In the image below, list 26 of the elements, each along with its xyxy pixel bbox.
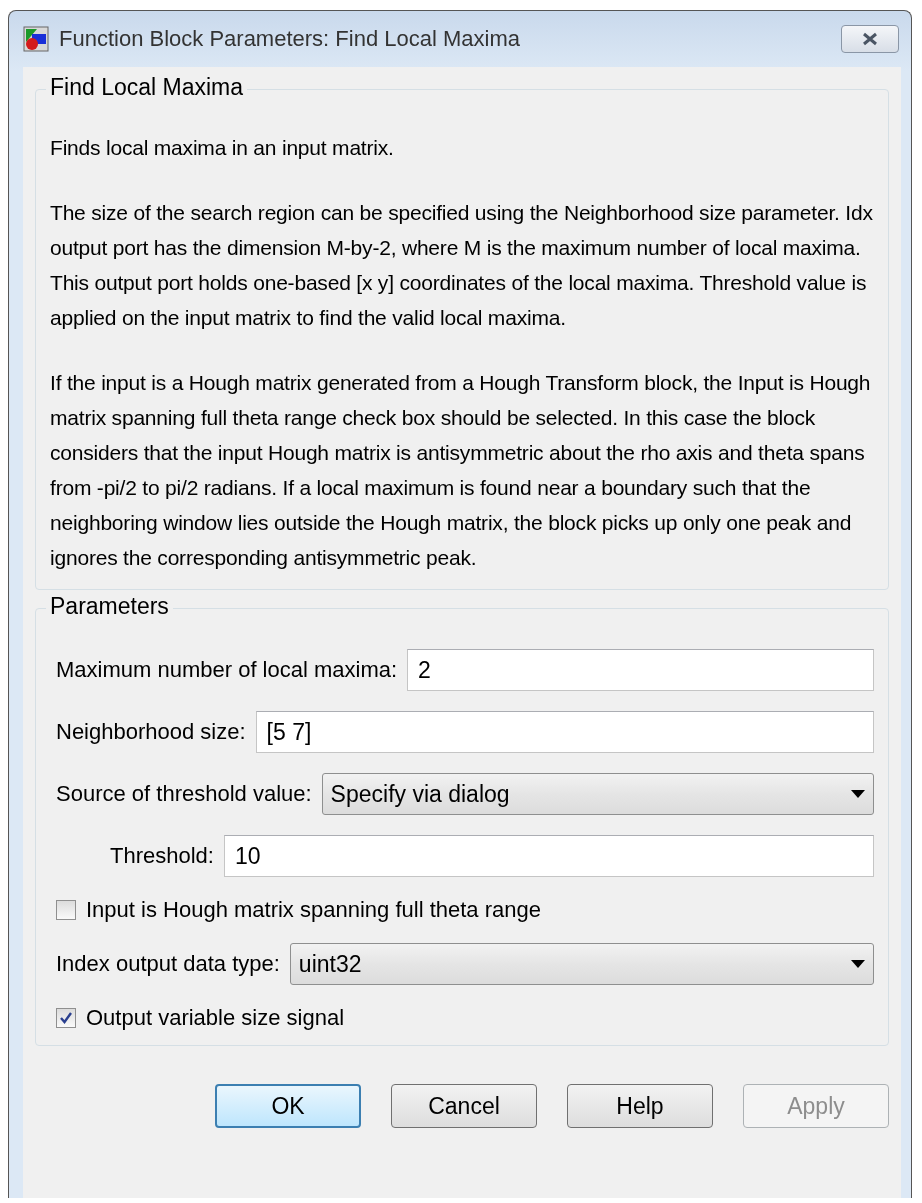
window-title: Function Block Parameters: Find Local Maxima (59, 26, 521, 52)
input-field[interactable]: 10 (223, 835, 874, 877)
checkbox[interactable] (56, 1008, 76, 1028)
checkbox-label: Input is Hough matrix spanning full theta range (86, 897, 541, 923)
field-label: Index output data type: (56, 951, 280, 977)
description-paragraph: Finds local maxima in an input matrix. (50, 135, 395, 161)
dropdown[interactable]: uint32 (289, 943, 874, 985)
input-field[interactable]: [5 7] (255, 711, 874, 753)
dropdown[interactable]: Specify via dialog (321, 773, 874, 815)
checkbox-label: Output variable size signal (86, 1005, 345, 1031)
dialog-button[interactable]: OK (215, 1084, 361, 1128)
close-button[interactable] (841, 25, 899, 53)
field-label: Maximum number of local maxima: (56, 657, 398, 683)
checkbox[interactable] (56, 900, 76, 920)
caret-icon (851, 790, 865, 798)
field-label: Threshold: (110, 843, 214, 869)
dialog-button[interactable]: Help (567, 1084, 713, 1128)
input-field[interactable]: 2 (407, 649, 874, 691)
field-label: Source of threshold value: (56, 781, 312, 807)
caret-icon (851, 960, 865, 968)
dialog-button[interactable]: Cancel (391, 1084, 537, 1128)
description-paragraph: If the input is a Hough matrix generated from a Hough Transform block, the Input is Hough matrix spanning full theta range check box should be selected. In this case the block considers that the input Hough matrix is antisymmetric about the rho axis and theta spans from -pi/2 to pi/2 radians. If a local maximum is found near a boundary such that the neighboring window lies outside the Hough matrix, the block picks up only one peak and ignores the corresponding antisymmetric peak. (50, 370, 872, 571)
description-paragraph: The size of the search region can be specified using the Neighborhood size parameter. Idx output port has the dimension M-by-2, where M is the maximum number of local maxima. This output port holds one-based [x y] coordinates of the local maxima. Threshold value is applied on the input matrix to find the valid local maxima. (50, 200, 874, 331)
field-label: Neighborhood size: (56, 719, 246, 745)
close-icon (861, 32, 879, 46)
block-icon (23, 26, 49, 52)
